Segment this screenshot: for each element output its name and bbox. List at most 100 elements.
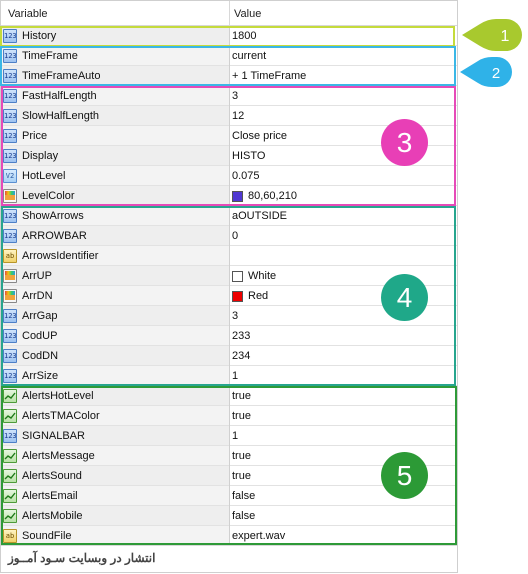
parameter-value-cell[interactable]: 233 xyxy=(229,326,458,346)
parameter-value-cell[interactable]: expert.wav xyxy=(229,526,458,546)
parameter-value-cell[interactable]: current xyxy=(229,46,458,66)
parameter-name: History xyxy=(22,30,57,42)
badge-4-label: 4 xyxy=(396,282,413,313)
parameter-name-cell[interactable]: V2 HotLevel xyxy=(0,166,229,186)
parameter-value-cell[interactable]: + 1 TimeFrame xyxy=(229,66,458,86)
parameter-name-cell[interactable]: 123 SlowHalfLength xyxy=(0,106,229,126)
parameter-value: 80,60,210 xyxy=(248,190,297,202)
integer-type-icon: 123 xyxy=(3,129,17,143)
parameter-value-cell[interactable]: false xyxy=(229,506,458,526)
parameter-value: 1 xyxy=(232,430,239,442)
string-type-icon: ab xyxy=(3,529,17,543)
parameter-name-cell[interactable]: 123 ARROWBAR xyxy=(0,226,229,246)
parameter-name-cell[interactable]: AlertsMessage xyxy=(0,446,229,466)
parameter-name-cell[interactable]: 123 Display xyxy=(0,146,229,166)
parameter-name-cell[interactable]: ab ArrowsIdentifier xyxy=(0,246,229,266)
column-separator[interactable] xyxy=(229,0,230,25)
color-swatch[interactable] xyxy=(232,291,243,302)
parameter-name: ArrowsIdentifier xyxy=(22,250,99,262)
badge-2-label: 2 xyxy=(492,65,500,82)
parameter-name: CodUP xyxy=(22,330,58,342)
parameter-name-cell[interactable]: 123 ShowArrows xyxy=(0,206,229,226)
parameter-name: AlertsEmail xyxy=(22,490,78,502)
badge-3-label: 3 xyxy=(396,127,413,158)
parameter-name-cell[interactable]: ArrUP xyxy=(0,266,229,286)
parameter-name-cell[interactable]: ab SoundFile xyxy=(0,526,229,546)
badge-1-label: 1 xyxy=(501,28,510,45)
parameter-value: true xyxy=(232,470,251,482)
string-type-icon: ab xyxy=(3,249,17,263)
parameter-name-cell[interactable]: AlertsMobile xyxy=(0,506,229,526)
parameter-value: 233 xyxy=(232,330,251,342)
parameter-name-cell[interactable]: AlertsSound xyxy=(0,466,229,486)
parameter-name-cell[interactable]: 123 CodDN xyxy=(0,346,229,366)
parameter-name-cell[interactable]: 123 TimeFrameAuto xyxy=(0,66,229,86)
parameter-value-cell[interactable]: 0 xyxy=(229,226,458,246)
parameter-name-cell[interactable]: LevelColor xyxy=(0,186,229,206)
parameter-name-cell[interactable]: ArrDN xyxy=(0,286,229,306)
parameter-name-cell[interactable]: 123 Price xyxy=(0,126,229,146)
badge-4: 4 xyxy=(381,274,428,321)
bool-type-icon xyxy=(3,409,17,423)
parameter-name: ArrDN xyxy=(22,290,53,302)
parameter-value-cell[interactable]: 234 xyxy=(229,346,458,366)
parameter-name-cell[interactable]: 123 FastHalfLength xyxy=(0,86,229,106)
integer-type-icon: 123 xyxy=(3,229,17,243)
parameter-value-cell[interactable]: 1 xyxy=(229,366,458,386)
column-header-variable[interactable]: Variable xyxy=(8,0,48,25)
parameter-value: Close price xyxy=(232,130,288,142)
integer-type-icon: 123 xyxy=(3,69,17,83)
badge-2: 2 xyxy=(460,57,512,87)
integer-type-icon: 123 xyxy=(3,369,17,383)
color-type-icon xyxy=(3,189,17,203)
integer-type-icon: 123 xyxy=(3,309,17,323)
parameter-name: CodDN xyxy=(22,350,59,362)
parameter-value-cell[interactable]: 80,60,210 xyxy=(229,186,458,206)
parameter-value: false xyxy=(232,490,256,502)
column-header-value[interactable]: Value xyxy=(234,0,261,25)
parameter-value-cell[interactable]: 12 xyxy=(229,106,458,126)
parameter-value-cell[interactable]: 0.075 xyxy=(229,166,458,186)
parameter-name: ArrSize xyxy=(22,370,59,382)
parameter-name-cell[interactable]: AlertsHotLevel xyxy=(0,386,229,406)
parameter-name-cell[interactable]: 123 ArrSize xyxy=(0,366,229,386)
bool-type-icon xyxy=(3,469,17,483)
parameter-value: White xyxy=(248,270,277,282)
parameter-name: Price xyxy=(22,130,48,142)
parameter-name: SoundFile xyxy=(22,530,72,542)
parameter-name: AlertsMobile xyxy=(22,510,83,522)
integer-type-icon: 123 xyxy=(3,149,17,163)
parameter-value-cell[interactable]: true xyxy=(229,406,458,426)
parameter-name: ARROWBAR xyxy=(22,230,87,242)
bool-type-icon xyxy=(3,489,17,503)
parameter-name-cell[interactable]: 123 SIGNALBAR xyxy=(0,426,229,446)
parameter-name: AlertsHotLevel xyxy=(22,390,94,402)
parameter-value: + 1 TimeFrame xyxy=(232,70,307,82)
watermark-text: انتشار در وبسایت سـود آمــوز xyxy=(8,551,156,565)
parameter-value: 0 xyxy=(232,230,239,242)
badge-5: 5 xyxy=(381,452,428,499)
integer-type-icon: 123 xyxy=(3,329,17,343)
parameter-value: 1800 xyxy=(232,30,257,42)
parameter-value-cell[interactable] xyxy=(229,246,458,266)
integer-type-icon: 123 xyxy=(3,429,17,443)
parameter-value-cell[interactable]: aOUTSIDE xyxy=(229,206,458,226)
parameter-value-cell[interactable]: true xyxy=(229,386,458,406)
parameter-name-cell[interactable]: 123 ArrGap xyxy=(0,306,229,326)
parameter-value: 3 xyxy=(232,90,239,102)
integer-type-icon: 123 xyxy=(3,29,17,43)
badge-3: 3 xyxy=(381,119,428,166)
parameter-value: 1 xyxy=(232,370,239,382)
color-swatch[interactable] xyxy=(232,271,243,282)
parameter-name-cell[interactable]: 123 CodUP xyxy=(0,326,229,346)
footer-caption: انتشار در وبسایت سـود آمــوز xyxy=(0,545,458,574)
parameter-name-cell[interactable]: AlertsEmail xyxy=(0,486,229,506)
parameter-name-cell[interactable]: 123 TimeFrame xyxy=(0,46,229,66)
parameter-name: SlowHalfLength xyxy=(22,110,100,122)
parameter-value-cell[interactable]: 1800 xyxy=(229,26,458,46)
parameter-name-cell[interactable]: 123 History xyxy=(0,26,229,46)
parameter-value-cell[interactable]: 3 xyxy=(229,86,458,106)
parameter-value-cell[interactable]: 1 xyxy=(229,426,458,446)
parameter-name-cell[interactable]: AlertsTMAColor xyxy=(0,406,229,426)
color-swatch[interactable] xyxy=(232,191,243,202)
